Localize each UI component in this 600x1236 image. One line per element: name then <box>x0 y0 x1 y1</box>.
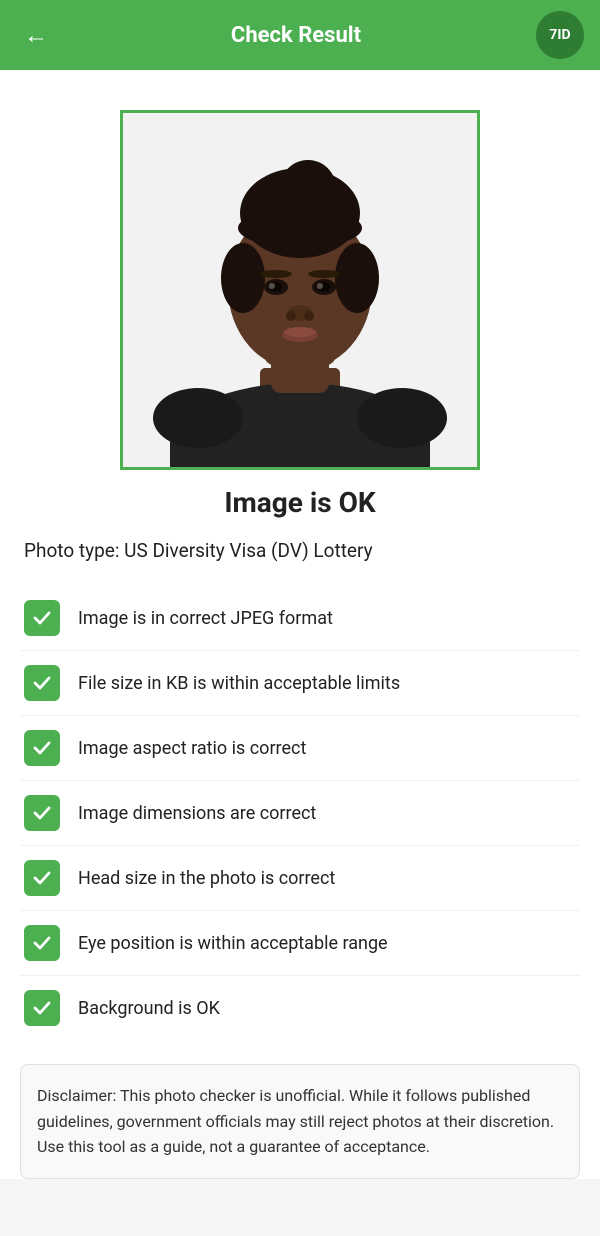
disclaimer-box: Disclaimer: This photo checker is unoffi… <box>20 1064 580 1179</box>
check-item-headsize: Head size in the photo is correct <box>20 846 580 911</box>
photo-frame <box>120 110 480 470</box>
page-title: Check Result <box>56 23 536 48</box>
check-icon-filesize <box>24 665 60 701</box>
check-item-jpeg: Image is in correct JPEG format <box>20 586 580 651</box>
check-icon-headsize <box>24 860 60 896</box>
check-item-dimensions: Image dimensions are correct <box>20 781 580 846</box>
photo-type-label: Photo type: US Diversity Visa (DV) Lotte… <box>20 539 580 562</box>
main-content: Image is OK Photo type: US Diversity Vis… <box>0 70 600 1179</box>
photo-container <box>20 110 580 470</box>
check-icon-dimensions <box>24 795 60 831</box>
check-text-eyepos: Eye position is within acceptable range <box>78 933 388 954</box>
check-item-background: Background is OK <box>20 976 580 1040</box>
app-logo: 7ID <box>536 11 584 59</box>
check-icon-aspect <box>24 730 60 766</box>
check-item-filesize: File size in KB is within acceptable lim… <box>20 651 580 716</box>
back-button[interactable]: ← <box>16 13 56 58</box>
logo-text: 7ID <box>549 27 570 43</box>
check-text-dimensions: Image dimensions are correct <box>78 803 316 824</box>
passport-photo <box>123 113 477 467</box>
check-item-eyepos: Eye position is within acceptable range <box>20 911 580 976</box>
check-icon-eyepos <box>24 925 60 961</box>
check-list: Image is in correct JPEG format File siz… <box>20 586 580 1040</box>
check-text-background: Background is OK <box>78 998 220 1019</box>
disclaimer-text: Disclaimer: This photo checker is unoffi… <box>37 1086 554 1156</box>
check-text-filesize: File size in KB is within acceptable lim… <box>78 673 400 694</box>
check-text-jpeg: Image is in correct JPEG format <box>78 608 333 629</box>
check-text-headsize: Head size in the photo is correct <box>78 868 335 889</box>
check-icon-background <box>24 990 60 1026</box>
app-header: ← Check Result 7ID <box>0 0 600 70</box>
status-title: Image is OK <box>20 486 580 519</box>
check-item-aspect: Image aspect ratio is correct <box>20 716 580 781</box>
check-text-aspect: Image aspect ratio is correct <box>78 738 306 759</box>
check-icon-jpeg <box>24 600 60 636</box>
